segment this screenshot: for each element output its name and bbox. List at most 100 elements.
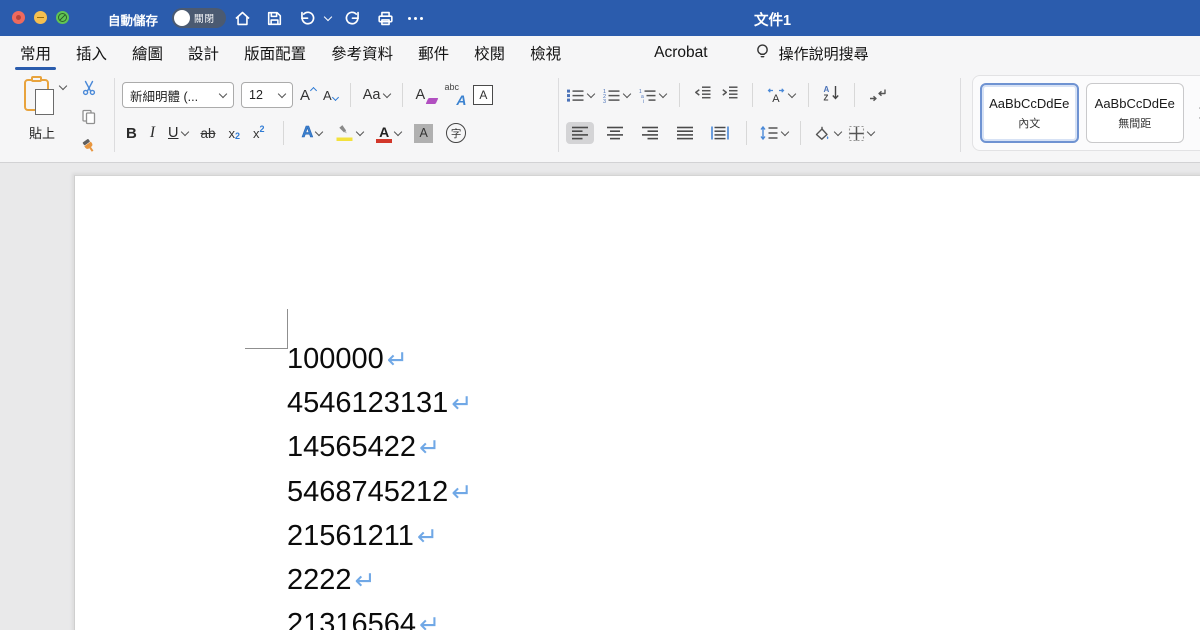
redo-icon[interactable]	[344, 9, 363, 28]
tab-references[interactable]: 參考資料	[329, 35, 395, 71]
tab-acrobat[interactable]: Acrobat	[652, 37, 709, 69]
tab-mailings[interactable]: 郵件	[416, 35, 451, 71]
format-painter-icon[interactable]	[80, 137, 98, 160]
document-line[interactable]: 5468745212↵	[287, 471, 472, 515]
highlight-button[interactable]	[335, 124, 363, 143]
paste-chevron-icon[interactable]	[59, 82, 67, 90]
tab-home[interactable]: 常用	[18, 35, 53, 71]
home-icon[interactable]	[233, 9, 252, 28]
bold-button[interactable]: B	[126, 125, 137, 142]
paste-button[interactable]: 貼上	[12, 76, 72, 142]
shading-button[interactable]	[813, 125, 841, 142]
align-right-button[interactable]	[636, 122, 664, 144]
bullets-icon	[566, 88, 585, 103]
multilevel-list-icon: 1ai	[638, 88, 657, 103]
grow-font-button[interactable]: A	[300, 87, 316, 104]
character-border-button[interactable]: A	[473, 85, 493, 105]
tellme-label: 操作說明搜尋	[779, 43, 869, 64]
document-line[interactable]: 4546123131↵	[287, 382, 472, 426]
more-icon[interactable]	[408, 17, 423, 20]
align-left-icon	[571, 126, 589, 140]
autosave-label: 自動儲存	[108, 10, 158, 29]
font-color-button[interactable]: A	[376, 124, 401, 143]
undo-chevron-icon[interactable]	[324, 12, 332, 20]
cut-icon[interactable]	[80, 79, 98, 102]
style-card-normal[interactable]: AaBbCcDdEe 內文	[980, 83, 1079, 143]
highlighter-icon	[335, 124, 354, 143]
show-marks-button[interactable]	[868, 86, 888, 104]
chevron-down-icon	[867, 127, 875, 135]
chevron-down-icon	[315, 127, 323, 135]
line-spacing-button[interactable]	[759, 125, 788, 141]
tab-layout[interactable]: 版面配置	[242, 35, 308, 71]
copy-icon[interactable]	[80, 108, 98, 131]
clear-formatting-button[interactable]: A	[415, 87, 437, 103]
strikethrough-button[interactable]: ab	[201, 126, 216, 141]
chevron-down-icon	[356, 127, 364, 135]
document-line[interactable]: 14565422↵	[287, 426, 472, 470]
sort-button[interactable]: A Z	[822, 84, 841, 106]
chevron-down-icon	[219, 89, 227, 97]
svg-text:i: i	[643, 99, 644, 103]
numbering-button[interactable]: 123	[602, 88, 630, 103]
font-name-select[interactable]: 新細明體 (...	[122, 82, 234, 108]
numbering-icon: 123	[602, 88, 621, 103]
phonetic-guide-button[interactable]: abc A	[444, 84, 466, 106]
styles-gallery: AaBbCcDdEe 內文 AaBbCcDdEe 無間距	[972, 75, 1200, 151]
font-size-select[interactable]: 12	[241, 82, 293, 108]
tab-design[interactable]: 設計	[186, 35, 221, 71]
word-window: 自動儲存 關閉	[0, 0, 1200, 630]
align-center-button[interactable]	[601, 122, 629, 144]
style-card-no-spacing[interactable]: AaBbCcDdEe 無間距	[1086, 83, 1185, 143]
undo-icon[interactable]	[297, 9, 316, 28]
character-shading-button[interactable]: A	[414, 124, 433, 143]
minimize-button[interactable]	[34, 11, 47, 24]
document-line[interactable]: 21561211↵	[287, 515, 472, 559]
chevron-down-icon	[587, 89, 595, 97]
multilevel-list-button[interactable]: 1ai	[638, 88, 666, 103]
enclose-characters-button[interactable]: 字	[446, 123, 466, 143]
increase-indent-icon	[720, 85, 739, 100]
tab-draw[interactable]: 繪圖	[130, 35, 165, 71]
superscript-button[interactable]: x2	[253, 126, 265, 141]
show-marks-icon	[868, 86, 888, 104]
autosave-toggle[interactable]: 關閉	[172, 8, 226, 28]
change-case-button[interactable]: Aa	[363, 87, 391, 103]
tellme-search[interactable]: 操作說明搜尋	[753, 42, 869, 65]
margin-corner-mark	[245, 309, 288, 349]
document-page[interactable]: 100000↵ 4546123131↵ 14565422↵ 5468745212…	[74, 175, 1200, 630]
title-bar: 自動儲存 關閉	[0, 0, 1200, 36]
save-icon[interactable]	[265, 9, 284, 28]
styles-more-chevron-icon[interactable]	[1194, 107, 1200, 118]
ribbon: 貼上	[0, 70, 1200, 163]
shrink-font-button[interactable]: A	[323, 88, 338, 103]
italic-button[interactable]: I	[150, 124, 155, 142]
tab-view[interactable]: 檢視	[528, 35, 563, 71]
tab-insert[interactable]: 插入	[74, 35, 109, 71]
fullscreen-button[interactable]	[56, 11, 69, 24]
align-left-button[interactable]	[566, 122, 594, 144]
bullets-button[interactable]	[566, 88, 594, 103]
close-button[interactable]	[12, 11, 25, 24]
lightbulb-icon	[753, 42, 772, 65]
decrease-indent-button[interactable]	[693, 85, 712, 105]
line-spacing-icon	[759, 125, 779, 141]
paint-bucket-icon	[813, 125, 832, 142]
text-effects-button[interactable]: A	[302, 124, 323, 142]
borders-button[interactable]	[848, 125, 874, 142]
document-line[interactable]: 2222↵	[287, 559, 472, 603]
subscript-button[interactable]: x2	[229, 126, 241, 141]
tab-review[interactable]: 校閱	[472, 35, 507, 71]
increase-indent-button[interactable]	[720, 85, 739, 105]
underline-button[interactable]: U	[168, 125, 187, 141]
borders-icon	[848, 125, 865, 142]
distribute-button[interactable]	[706, 122, 734, 144]
justify-icon	[676, 126, 694, 140]
document-line[interactable]: 21316564↵	[287, 603, 472, 630]
asian-layout-button[interactable]: A	[766, 87, 795, 104]
justify-button[interactable]	[671, 122, 699, 144]
print-icon[interactable]	[376, 9, 395, 28]
chevron-down-icon	[623, 89, 631, 97]
chevron-down-icon	[278, 89, 286, 97]
document-line[interactable]: 100000↵	[287, 338, 472, 382]
